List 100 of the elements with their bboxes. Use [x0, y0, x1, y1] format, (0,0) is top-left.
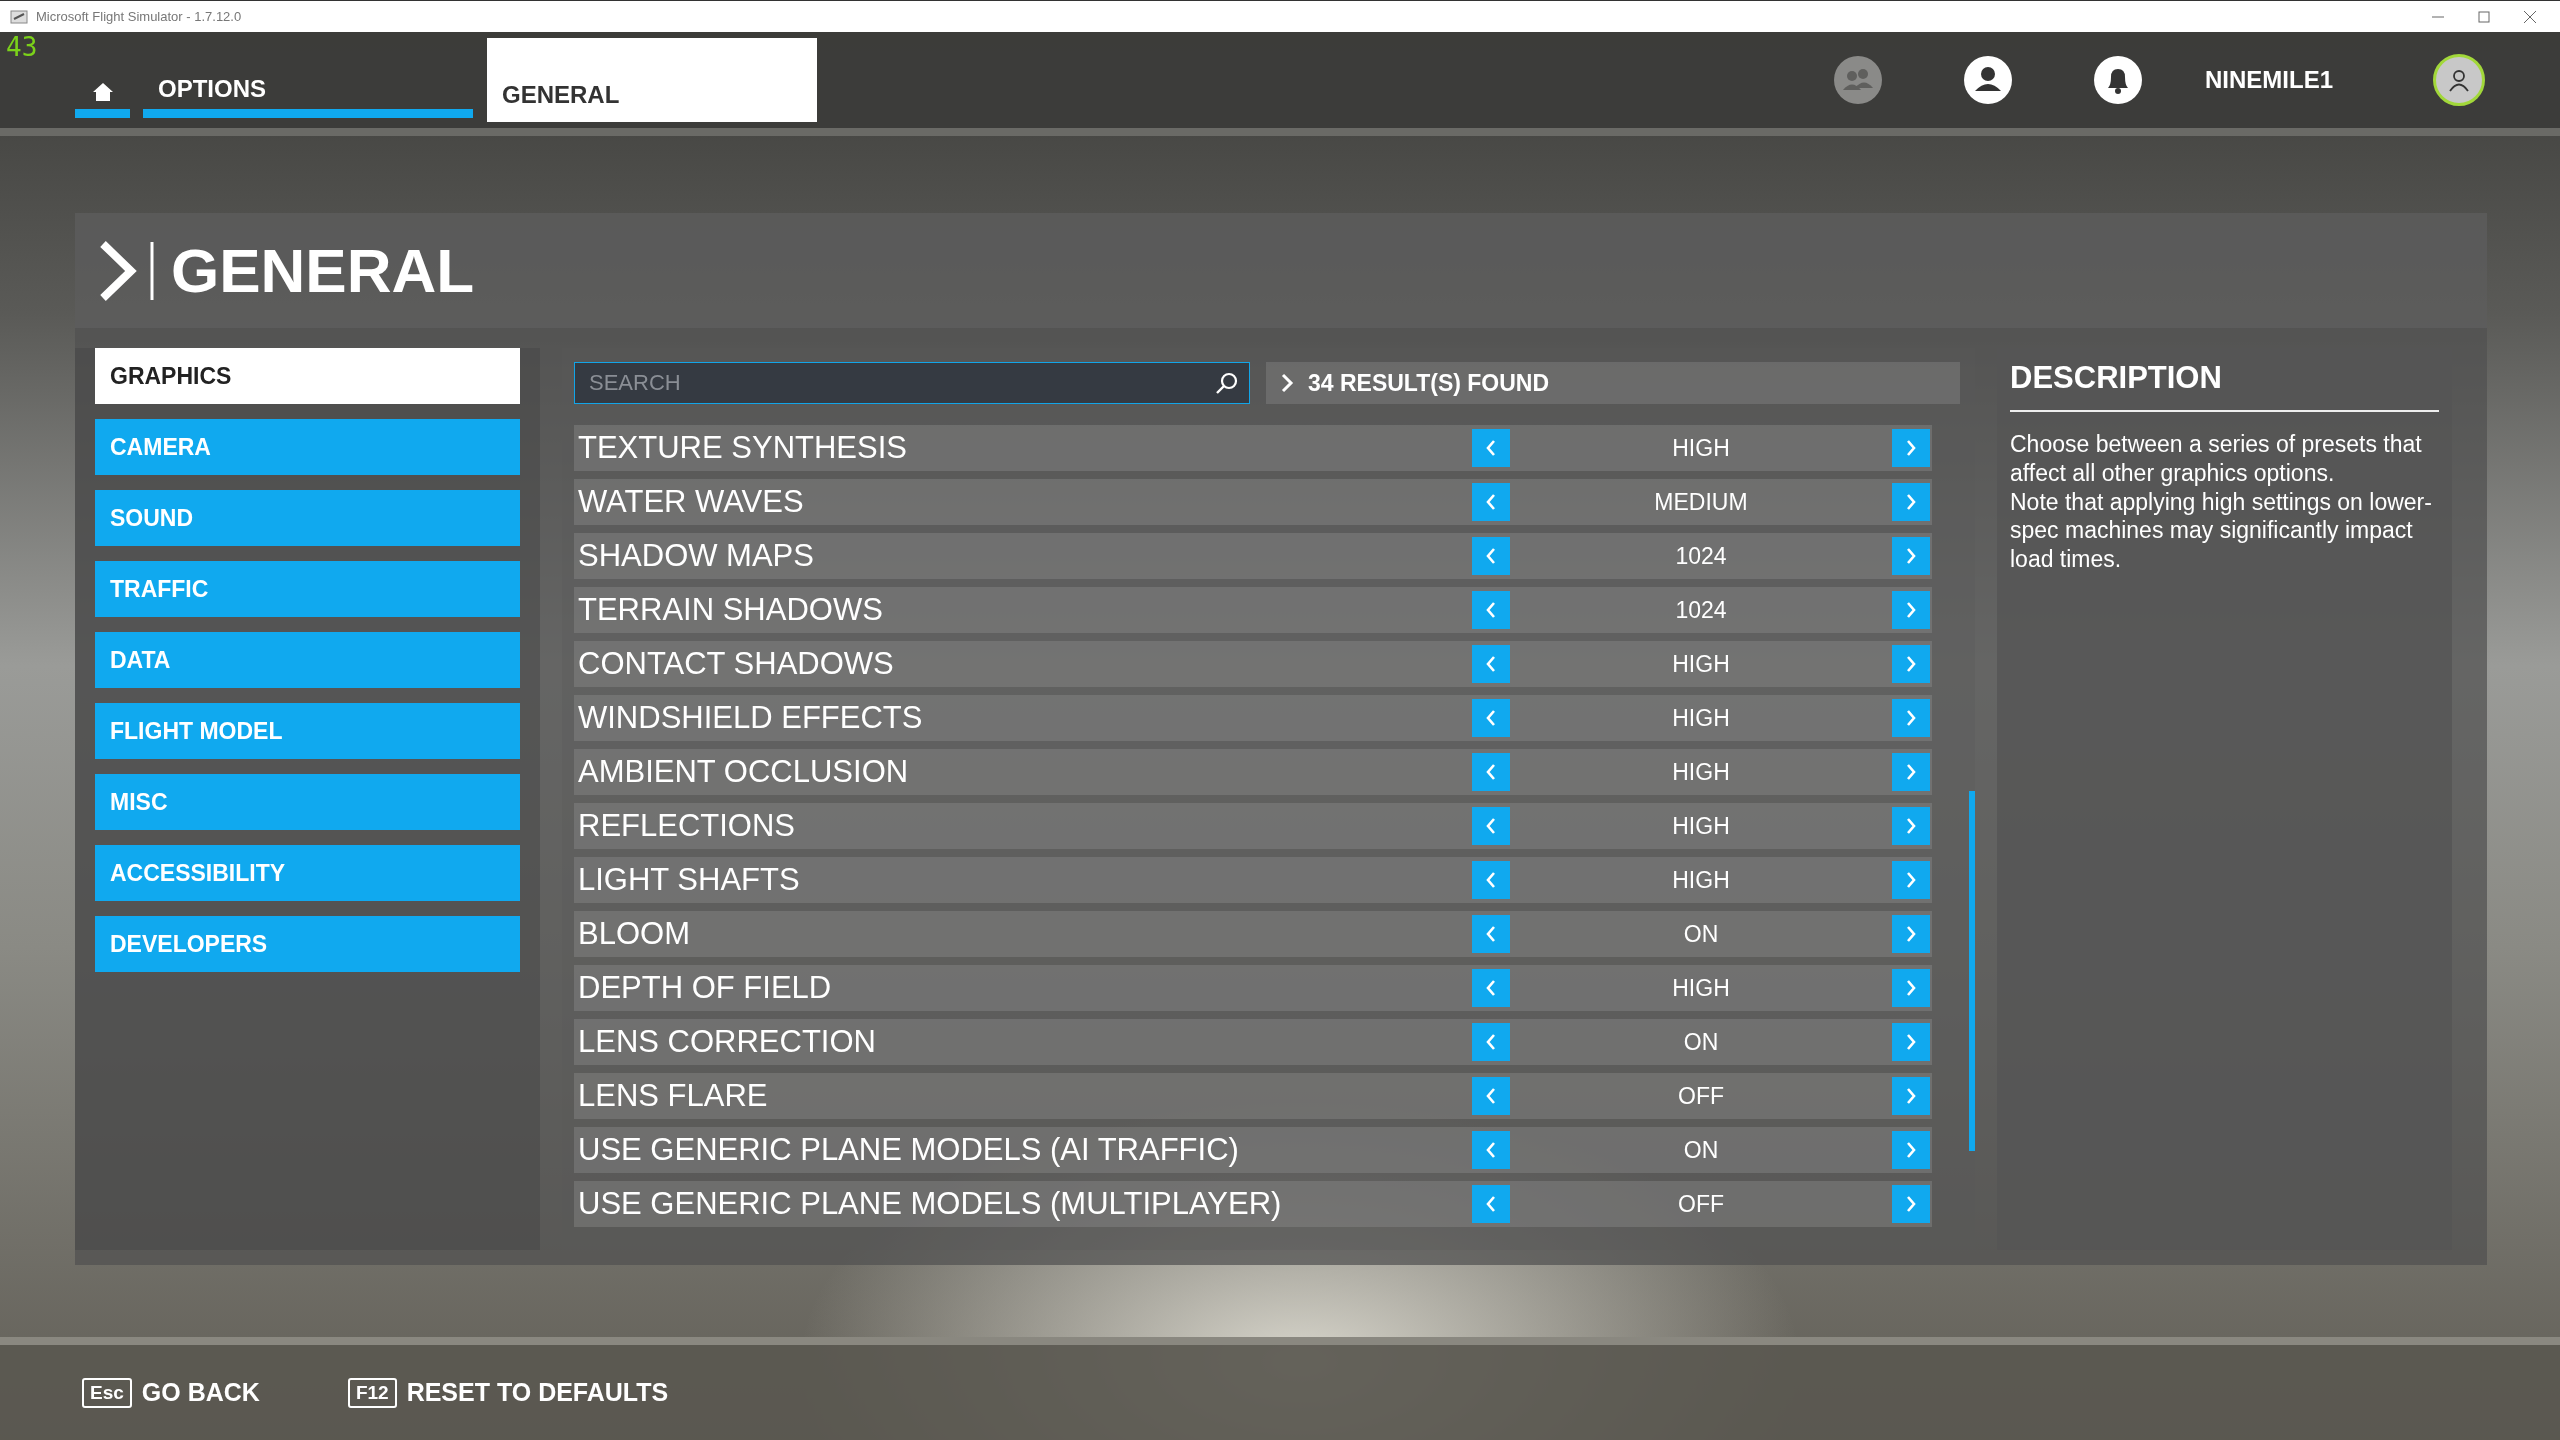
setting-label: SHADOW MAPS — [578, 538, 815, 574]
scrollbar-thumb[interactable] — [1969, 791, 1975, 1151]
previous-value-button[interactable] — [1472, 591, 1510, 629]
results-count: 34 RESULT(S) FOUND — [1308, 369, 1550, 397]
next-value-button[interactable] — [1892, 1131, 1930, 1169]
username: NINEMILE1 — [2205, 66, 2333, 94]
previous-value-button[interactable] — [1472, 1077, 1510, 1115]
chevron-left-icon — [1485, 601, 1497, 619]
chevron-left-icon — [1485, 1033, 1497, 1051]
previous-value-button[interactable] — [1472, 1185, 1510, 1223]
previous-value-button[interactable] — [1472, 969, 1510, 1007]
chevron-left-icon — [1485, 1087, 1497, 1105]
next-value-button[interactable] — [1892, 645, 1930, 683]
page-title: GENERAL — [171, 235, 475, 306]
next-value-button[interactable] — [1892, 753, 1930, 791]
category-item[interactable]: ACCESSIBILITY — [95, 845, 520, 901]
previous-value-button[interactable] — [1472, 699, 1510, 737]
previous-value-button[interactable] — [1472, 1023, 1510, 1061]
category-item[interactable]: TRAFFIC — [95, 561, 520, 617]
previous-value-button[interactable] — [1472, 753, 1510, 791]
shortcut-button[interactable]: F12 RESET TO DEFAULTS — [347, 1377, 669, 1408]
chevron-right-icon — [1905, 817, 1917, 835]
chevron-right-icon — [1905, 1195, 1917, 1213]
category-item[interactable]: DATA — [95, 632, 520, 688]
shortcut-label: RESET TO DEFAULTS — [406, 1378, 669, 1407]
friends-icon[interactable] — [1833, 55, 1883, 105]
chevron-left-icon — [1485, 763, 1497, 781]
search-field[interactable]: SEARCH — [574, 362, 1250, 404]
previous-value-button[interactable] — [1472, 429, 1510, 467]
next-value-button[interactable] — [1892, 483, 1930, 521]
shortcut-button[interactable]: Esc GO BACK — [82, 1377, 260, 1408]
category-item[interactable]: SOUND — [95, 490, 520, 546]
setting-label: USE GENERIC PLANE MODELS (AI TRAFFIC) — [578, 1132, 1240, 1168]
next-value-button[interactable] — [1892, 429, 1930, 467]
chevron-right-icon — [1905, 709, 1917, 727]
setting-label: AMBIENT OCCLUSION — [578, 754, 910, 790]
close-icon[interactable] — [2522, 8, 2538, 25]
next-value-button[interactable] — [1892, 537, 1930, 575]
breadcrumb-tab[interactable]: GENERAL — [487, 38, 817, 122]
setting-value: ON — [1682, 1136, 1720, 1164]
setting-value: HIGH — [1671, 812, 1731, 840]
setting-label: BLOOM — [578, 916, 691, 952]
next-value-button[interactable] — [1892, 1077, 1930, 1115]
setting-label: REFLECTIONS — [578, 808, 797, 844]
setting-label: DEPTH OF FIELD — [578, 970, 833, 1006]
setting-value: HIGH — [1671, 434, 1731, 462]
setting-value: HIGH — [1671, 650, 1731, 678]
bell-icon[interactable] — [2093, 55, 2143, 105]
chevron-left-icon — [1485, 709, 1497, 727]
chevron-left-icon — [1485, 547, 1497, 565]
chevron-left-icon — [1485, 439, 1497, 457]
category-item[interactable]: CAMERA — [95, 419, 520, 475]
setting-value: 1024 — [1674, 596, 1728, 624]
setting-label: LENS CORRECTION — [578, 1024, 877, 1060]
description-text: Choose between a series of presets that affect all other graphics options. Note that applying high settings on lower-spec machines may significantly impact load times. — [2010, 430, 2433, 574]
next-value-button[interactable] — [1892, 1023, 1930, 1061]
setting-label: LENS FLARE — [578, 1078, 769, 1114]
category-item[interactable]: MISC — [95, 774, 520, 830]
setting-value: HIGH — [1671, 758, 1731, 786]
chevron-right-icon — [1905, 763, 1917, 781]
chevron-right-icon — [1905, 493, 1917, 511]
setting-value: HIGH — [1671, 974, 1731, 1002]
setting-label: WINDSHIELD EFFECTS — [578, 700, 924, 736]
home-icon — [91, 81, 114, 103]
fps-counter: 43 — [6, 32, 38, 62]
category-item[interactable]: FLIGHT MODEL — [95, 703, 520, 759]
next-value-button[interactable] — [1892, 807, 1930, 845]
setting-label: WATER WAVES — [578, 484, 805, 520]
chevron-right-icon — [1905, 601, 1917, 619]
chevron-right-icon — [1905, 439, 1917, 457]
avatar[interactable] — [2433, 54, 2485, 106]
maximize-icon[interactable] — [2476, 8, 2492, 25]
app-icon — [10, 9, 28, 24]
previous-value-button[interactable] — [1472, 915, 1510, 953]
previous-value-button[interactable] — [1472, 645, 1510, 683]
setting-label: USE GENERIC PLANE MODELS (MULTIPLAYER) — [578, 1186, 1283, 1222]
setting-value: OFF — [1677, 1190, 1725, 1218]
chevron-left-icon — [1485, 1195, 1497, 1213]
previous-value-button[interactable] — [1472, 483, 1510, 521]
profile-icon[interactable] — [1963, 55, 2013, 105]
chevron-right-icon — [1905, 655, 1917, 673]
category-item[interactable]: GRAPHICS — [95, 348, 520, 404]
next-value-button[interactable] — [1892, 915, 1930, 953]
next-value-button[interactable] — [1892, 591, 1930, 629]
previous-value-button[interactable] — [1472, 1131, 1510, 1169]
next-value-button[interactable] — [1892, 699, 1930, 737]
next-value-button[interactable] — [1892, 969, 1930, 1007]
setting-value: ON — [1682, 920, 1720, 948]
setting-label: TERRAIN SHADOWS — [578, 592, 884, 628]
next-value-button[interactable] — [1892, 1185, 1930, 1223]
previous-value-button[interactable] — [1472, 861, 1510, 899]
chevron-left-icon — [1485, 979, 1497, 997]
chevron-left-icon — [1485, 817, 1497, 835]
shortcut-label: GO BACK — [141, 1378, 260, 1407]
chevron-left-icon — [1485, 925, 1497, 943]
previous-value-button[interactable] — [1472, 537, 1510, 575]
category-item[interactable]: DEVELOPERS — [95, 916, 520, 972]
breadcrumb-tab[interactable]: OPTIONS — [143, 32, 473, 128]
previous-value-button[interactable] — [1472, 807, 1510, 845]
next-value-button[interactable] — [1892, 861, 1930, 899]
